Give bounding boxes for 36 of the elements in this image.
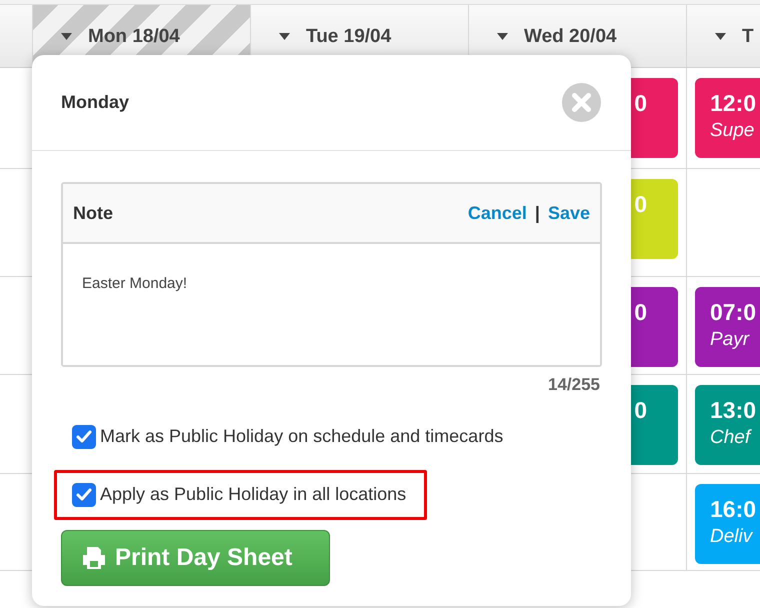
shift-time: 0 (634, 298, 647, 327)
shift-time: 07:0 (710, 298, 758, 327)
checkbox[interactable] (72, 482, 96, 506)
day-label: Tue 19/04 (306, 27, 392, 46)
day-label: Mon 18/04 (88, 27, 180, 46)
shift-time: 16:0 (710, 495, 758, 524)
caret-icon (61, 33, 72, 40)
shift-role: Payr (710, 328, 751, 352)
checkbox-label[interactable]: Apply as Public Holiday in all locations (100, 481, 406, 508)
shift-role: Supe (710, 119, 756, 143)
link-separator: | (534, 202, 540, 225)
corner-header (0, 5, 32, 67)
day-label: T (742, 27, 754, 46)
shift-role: Chef (710, 426, 753, 450)
printer-icon (81, 544, 107, 570)
checkbox-label[interactable]: Mark as Public Holiday on schedule and timecards (100, 423, 504, 450)
shift-time: 0 (634, 89, 647, 118)
day-header[interactable]: T (686, 5, 760, 67)
checkbox[interactable] (72, 424, 96, 448)
cancel-link[interactable]: Cancel (468, 200, 527, 226)
day-label: Wed 20/04 (524, 27, 617, 46)
shift-time: 13:0 (710, 396, 758, 425)
popover-title: Monday (61, 91, 130, 114)
shift-time: 12:0 (710, 89, 758, 118)
shift-time: 0 (634, 396, 647, 425)
shift-role: Deliv (710, 525, 754, 549)
shift-time: 0 (634, 190, 647, 219)
shift-card[interactable]: 07:0 Payr (695, 287, 760, 367)
shift-card[interactable]: 12:0 Supe (695, 78, 760, 158)
caret-icon (497, 33, 508, 40)
shift-card[interactable]: 13:0 Chef (695, 385, 760, 465)
caret-icon (279, 33, 290, 40)
character-counter: 14/255 (548, 374, 600, 396)
note-label: Note (73, 202, 113, 224)
save-link[interactable]: Save (548, 200, 590, 226)
caret-icon (715, 33, 726, 40)
